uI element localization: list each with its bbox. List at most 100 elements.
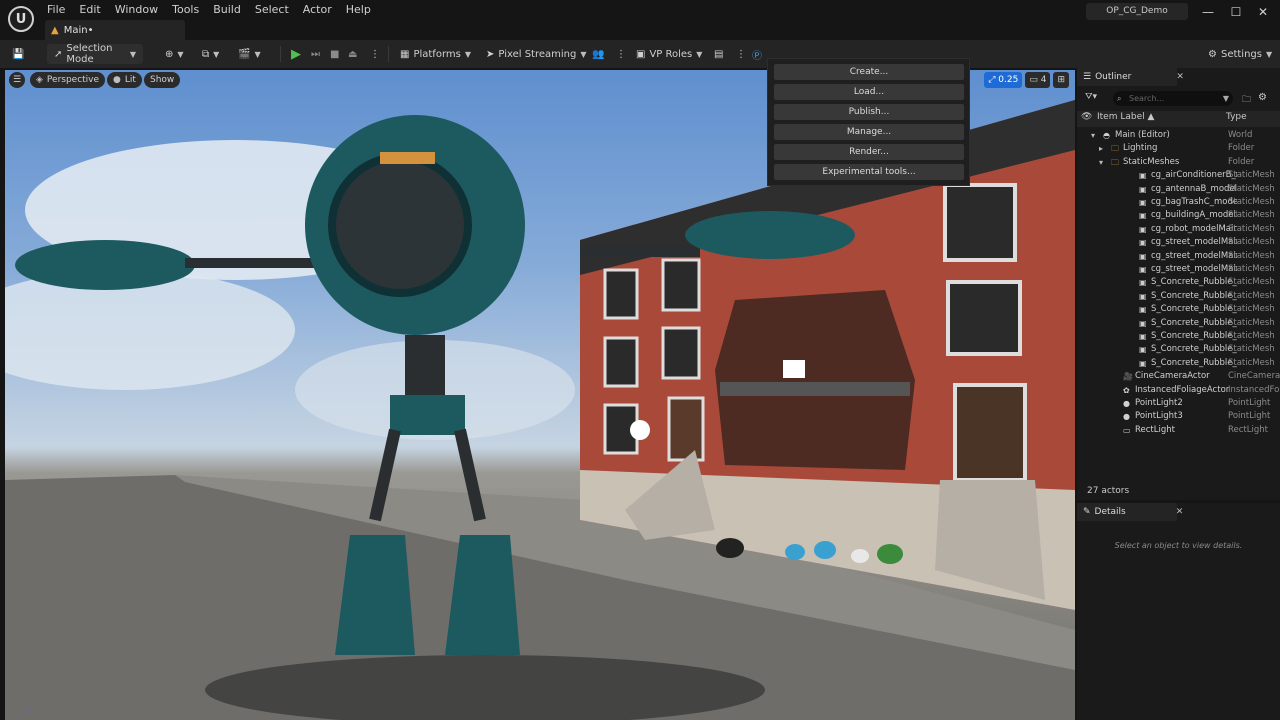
outliner-row[interactable]: ● PointLight3 PointLight <box>1077 410 1280 423</box>
menu-manage[interactable]: Manage... <box>774 124 964 140</box>
platforms-icon: ▦ <box>400 48 410 60</box>
outliner-row[interactable]: ▾ 🗀 StaticMeshes Folder <box>1077 156 1280 169</box>
outliner-tab[interactable]: ☰ Outliner ✕ <box>1077 68 1184 86</box>
menu-help[interactable]: Help <box>339 2 378 18</box>
play-options-icon[interactable]: ⋮ <box>370 44 380 64</box>
unreal-logo-icon[interactable]: U <box>8 6 34 32</box>
camera-count-button[interactable]: ▭ 4 <box>1025 72 1051 88</box>
outliner-row[interactable]: ● PointLight2 PointLight <box>1077 397 1280 410</box>
chevron-down-icon: ▼ <box>696 49 703 59</box>
gear-icon[interactable]: ⚙ <box>1258 92 1267 103</box>
viewport-menu-icon[interactable]: ☰ <box>9 72 25 88</box>
vp-roles-dropdown[interactable]: ▣ VP Roles ▼ <box>636 44 702 64</box>
expand-arrow-icon[interactable]: ▸ <box>1099 142 1103 155</box>
add-actor-icon[interactable]: ⊕ ▼ <box>165 44 184 64</box>
menu-edit[interactable]: Edit <box>72 2 107 18</box>
close-window-button[interactable]: ✕ <box>1252 3 1274 21</box>
users-icon[interactable]: 👥 <box>592 44 604 64</box>
camera-speed-button[interactable]: ⤢ 0.25 <box>984 72 1023 88</box>
outliner-row[interactable]: ▣ S_Concrete_Rubble_P StaticMesh <box>1077 290 1280 303</box>
python-plugin-icon[interactable]: Ⓟ <box>752 44 762 64</box>
static-mesh-icon: ▣ <box>1139 238 1147 248</box>
minimize-button[interactable]: — <box>1197 3 1219 21</box>
more-options-icon[interactable]: ⋮ <box>616 44 626 64</box>
settings-dropdown[interactable]: ⚙ Settings ▼ <box>1208 44 1272 64</box>
static-mesh-icon: ▣ <box>1139 265 1147 274</box>
outliner-row[interactable]: ▣ S_Concrete_Rubble_P StaticMesh <box>1077 357 1280 370</box>
cinematics-icon[interactable]: 🎬 ▼ <box>238 44 261 64</box>
static-mesh-icon: ▣ <box>1139 305 1147 315</box>
outliner-row-type: StaticMesh <box>1228 317 1275 328</box>
outliner-row[interactable]: ▣ cg_street_modelMain_ StaticMesh <box>1077 250 1280 263</box>
outliner-row[interactable]: ▣ cg_street_modelMain_ StaticMesh <box>1077 263 1280 276</box>
static-mesh-icon: ▣ <box>1139 291 1147 301</box>
stop-icon[interactable]: ■ <box>330 44 339 64</box>
outliner-row[interactable]: ▣ cg_robot_modelMain_ StaticMesh <box>1077 223 1280 236</box>
outliner-row[interactable]: ▸ 🗀 Lighting Folder <box>1077 142 1280 155</box>
menu-experimental-tools[interactable]: Experimental tools... <box>774 164 964 180</box>
outliner-row[interactable]: ▣ cg_antennaB_modelM StaticMesh <box>1077 183 1280 196</box>
outliner-row[interactable]: ▣ cg_buildingA_modelM StaticMesh <box>1077 209 1280 222</box>
outliner-row[interactable]: ▣ S_Concrete_Rubble_P StaticMesh <box>1077 343 1280 356</box>
outliner-row-label: cg_robot_modelMain_ <box>1151 223 1237 234</box>
outliner-row[interactable]: ▣ S_Concrete_Rubble_P StaticMesh <box>1077 276 1280 289</box>
menu-select[interactable]: Select <box>248 2 296 18</box>
chevron-down-icon: ▼ <box>464 49 471 59</box>
camera-count-value: 4 <box>1040 75 1047 85</box>
filter-icon[interactable]: ⛛▾ <box>1085 92 1097 102</box>
menu-render[interactable]: Render... <box>774 144 964 160</box>
outliner-row[interactable]: ✿ InstancedFoliageActor InstancedFo <box>1077 384 1280 397</box>
expand-arrow-icon[interactable]: ▾ <box>1099 156 1103 169</box>
menu-file[interactable]: File <box>40 2 72 18</box>
plugin-icon[interactable]: ▤ <box>714 44 723 64</box>
column-type[interactable]: Type <box>1226 112 1247 126</box>
menu-load[interactable]: Load... <box>774 84 964 100</box>
maximize-button[interactable]: ☐ <box>1225 3 1247 21</box>
outliner-row[interactable]: ▭ RectLight RectLight <box>1077 424 1280 437</box>
expand-arrow-icon[interactable]: ▾ <box>1091 129 1095 142</box>
layout-grid-icon[interactable]: ⊞ <box>1053 72 1069 88</box>
close-icon[interactable]: ✕ <box>1176 72 1184 82</box>
blueprints-icon[interactable]: ⧉ ▼ <box>202 44 219 64</box>
outliner-row[interactable]: 🎥 CineCameraActor CineCamera <box>1077 370 1280 383</box>
menu-publish[interactable]: Publish... <box>774 104 964 120</box>
platforms-dropdown[interactable]: ▦ Platforms ▼ <box>400 44 471 64</box>
outliner-row[interactable]: ▣ S_Concrete_Rubble_P StaticMesh <box>1077 330 1280 343</box>
outliner-row-label: cg_airConditionerB_m <box>1151 170 1237 181</box>
close-icon[interactable]: ✕ <box>1176 507 1184 517</box>
level-tab[interactable]: ▲ Main• <box>45 20 185 40</box>
chevron-down-icon: ▼ <box>1222 94 1229 103</box>
more-options-icon[interactable]: ⋮ <box>736 44 746 64</box>
outliner-row[interactable]: ▣ cg_airConditionerB_m StaticMesh <box>1077 169 1280 182</box>
folder-icon: 🗀 <box>1111 144 1119 154</box>
menu-tools[interactable]: Tools <box>165 2 206 18</box>
perspective-button[interactable]: ◈ Perspective <box>30 72 106 88</box>
lit-button[interactable]: ● Lit <box>107 72 142 88</box>
pixel-streaming-dropdown[interactable]: ➤ Pixel Streaming ▼ <box>486 44 587 64</box>
play-icon[interactable]: ▶ <box>291 44 301 64</box>
outliner-row[interactable]: ▣ S_Concrete_Rubble_P StaticMesh <box>1077 303 1280 316</box>
camera-icon: ▭ <box>1029 75 1041 85</box>
outliner-row[interactable]: ▣ cg_street_modelMain_ StaticMesh <box>1077 236 1280 249</box>
column-item-label[interactable]: Item Label ▲ <box>1097 112 1154 126</box>
menu-actor[interactable]: Actor <box>296 2 339 18</box>
selection-mode-dropdown[interactable]: ➚ Selection Mode ▼ <box>47 43 143 65</box>
cube-icon: ◈ <box>36 75 43 85</box>
step-icon[interactable]: ⏭ <box>311 44 320 64</box>
menu-build[interactable]: Build <box>206 2 248 18</box>
outliner-search-input[interactable]: ⌕ Search... ▼ <box>1113 91 1233 106</box>
outliner-row[interactable]: ▣ S_Concrete_Rubble_P StaticMesh <box>1077 317 1280 330</box>
save-icon[interactable]: 💾 <box>12 44 24 64</box>
outliner-row[interactable]: ▾ ◓ Main (Editor) World <box>1077 129 1280 142</box>
add-folder-icon[interactable]: 🗀 <box>1242 92 1251 108</box>
outliner-row-type: Folder <box>1228 143 1255 154</box>
details-tab[interactable]: ✎ Details ✕ <box>1077 503 1183 521</box>
menu-create[interactable]: Create... <box>774 64 964 80</box>
outliner-row-type: World <box>1228 130 1253 140</box>
show-button[interactable]: Show <box>144 72 181 88</box>
outliner-row-type: InstancedFo <box>1228 384 1280 395</box>
vp-roles-icon: ▣ <box>636 48 646 60</box>
eject-icon[interactable]: ⏏ <box>348 44 357 64</box>
outliner-row[interactable]: ▣ cg_bagTrashC_modelI StaticMesh <box>1077 196 1280 209</box>
menu-window[interactable]: Window <box>108 2 165 18</box>
